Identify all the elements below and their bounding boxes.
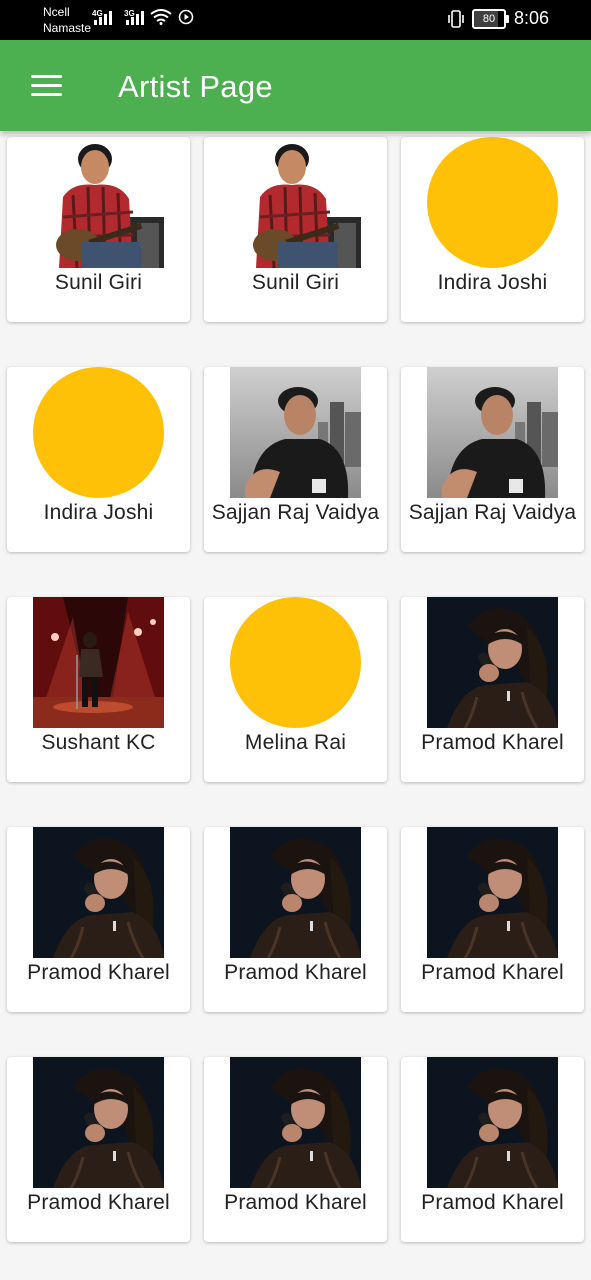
artist-photo	[427, 597, 558, 728]
artist-photo	[230, 367, 361, 498]
status-bar: Ncell Namaste 4G 3G 80 8:06	[0, 0, 591, 40]
page-title: Artist Page	[118, 69, 273, 104]
signal-strength-icon: 3G	[124, 9, 144, 25]
artist-card[interactable]: Sajjan Raj Vaidya	[204, 367, 387, 552]
artist-card[interactable]: Sajjan Raj Vaidya	[401, 367, 584, 552]
artist-name: Melina Rai	[244, 731, 347, 754]
artist-name: Pramod Kharel	[421, 731, 564, 754]
artist-name: Pramod Kharel	[224, 961, 367, 984]
battery-level: 80	[482, 12, 496, 25]
artist-name: Pramod Kharel	[27, 961, 170, 984]
network-type-label: 4G	[92, 9, 103, 18]
play-circle-icon	[178, 9, 194, 25]
vibrate-icon	[448, 9, 464, 28]
artist-name: Indira Joshi	[43, 501, 154, 524]
artist-name: Pramod Kharel	[421, 1191, 564, 1214]
artist-photo	[33, 1057, 164, 1188]
artist-photo	[427, 827, 558, 958]
artist-name: Pramod Kharel	[224, 1191, 367, 1214]
network-type-label: 3G	[124, 9, 135, 18]
menu-button[interactable]	[31, 75, 62, 97]
artist-photo	[230, 827, 361, 958]
carrier-name: Ncell	[43, 5, 70, 19]
artist-avatar-placeholder	[427, 137, 558, 268]
carrier-subname: Namaste	[43, 21, 92, 35]
artist-card[interactable]: Pramod Kharel	[401, 597, 584, 782]
artist-card[interactable]: Indira Joshi	[7, 367, 190, 552]
artist-photo	[230, 1057, 361, 1188]
artist-card[interactable]: Sunil Giri	[7, 137, 190, 322]
artist-card[interactable]: Pramod Kharel	[401, 827, 584, 1012]
artist-card[interactable]: Pramod Kharel	[401, 1057, 584, 1242]
artist-card[interactable]: Pramod Kharel	[204, 1057, 387, 1242]
artist-card[interactable]: Pramod Kharel	[7, 1057, 190, 1242]
artist-name: Sushant KC	[41, 731, 156, 754]
signal-strength-icon: 4G	[92, 9, 112, 25]
artist-name: Sajjan Raj Vaidya	[408, 501, 577, 524]
artist-name: Sunil Giri	[54, 271, 143, 294]
battery-indicator: 80	[471, 8, 509, 29]
app-bar: Artist Page	[0, 40, 591, 131]
artist-photo	[33, 597, 164, 728]
artist-card[interactable]: Pramod Kharel	[7, 827, 190, 1012]
signal-indicators: 4G 3G	[92, 9, 194, 25]
artist-name: Indira Joshi	[437, 271, 548, 294]
artist-card[interactable]: Indira Joshi	[401, 137, 584, 322]
carrier-label: Ncell Namaste	[43, 4, 91, 36]
artist-card[interactable]: Sunil Giri	[204, 137, 387, 322]
hamburger-menu-icon	[31, 75, 62, 78]
artist-avatar-placeholder	[230, 597, 361, 728]
artist-photo	[33, 827, 164, 958]
artist-photo	[427, 367, 558, 498]
clock: 8:06	[513, 8, 549, 28]
artist-name: Sunil Giri	[251, 271, 340, 294]
artist-avatar-placeholder	[33, 367, 164, 498]
artist-card[interactable]: Pramod Kharel	[204, 827, 387, 1012]
artist-photo	[230, 137, 361, 268]
wifi-icon	[150, 9, 172, 25]
artist-card[interactable]: Melina Rai	[204, 597, 387, 782]
artist-name: Sajjan Raj Vaidya	[211, 501, 380, 524]
artist-photo	[33, 137, 164, 268]
artist-card[interactable]: Sushant KC	[7, 597, 190, 782]
artist-name: Pramod Kharel	[421, 961, 564, 984]
artist-photo	[427, 1057, 558, 1188]
artist-name: Pramod Kharel	[27, 1191, 170, 1214]
